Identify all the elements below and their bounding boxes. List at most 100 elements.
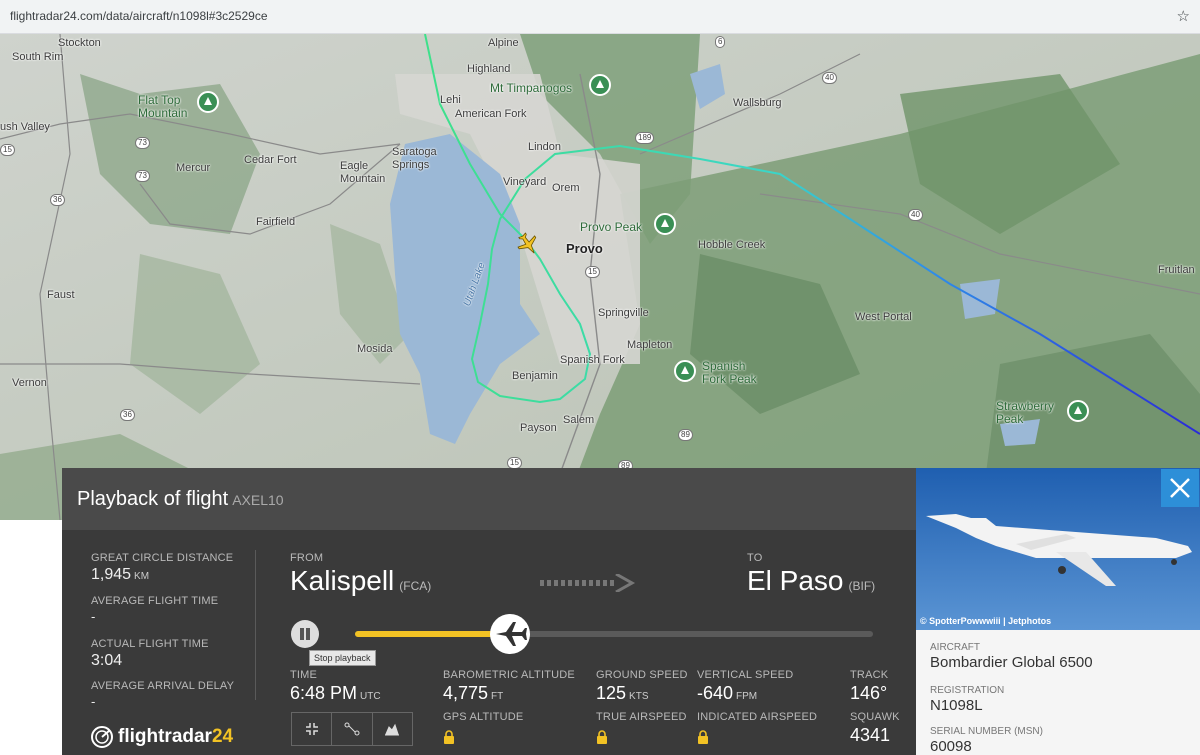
time-unit: UTC	[360, 691, 381, 702]
collapse-icon	[305, 723, 318, 735]
close-icon	[1170, 478, 1190, 498]
collapse-button[interactable]	[292, 713, 333, 745]
highway-shield: 15	[0, 144, 15, 156]
place-label: Alpine	[488, 37, 519, 49]
park-icon	[654, 213, 676, 235]
close-button[interactable]	[1161, 469, 1199, 507]
place-label: Vineyard	[503, 176, 547, 188]
place-label: Faust	[47, 289, 75, 301]
flightradar24-logo[interactable]: flightradar24	[90, 725, 233, 749]
vs-number: -640	[697, 683, 734, 703]
panel-title-text: Playback of flight	[77, 488, 229, 510]
registration-label: REGISTRATION	[930, 685, 1005, 696]
ground-speed-label: GROUND SPEED	[596, 669, 688, 681]
to-city[interactable]: El Paso (BIF)	[747, 565, 875, 597]
aircraft-marker-icon[interactable]	[516, 232, 540, 256]
highway-shield: 73	[135, 170, 150, 182]
map-control-group	[291, 712, 413, 746]
pause-playback-button[interactable]	[291, 620, 319, 648]
place-label: Benjamin	[512, 370, 558, 382]
avg-arrival-delay-value: -	[91, 694, 96, 709]
lock-icon[interactable]	[596, 730, 608, 744]
place-label: Saratoga Springs	[392, 146, 437, 171]
highway-shield: 189	[635, 132, 655, 144]
bookmark-star-icon[interactable]: ☆	[1177, 7, 1190, 25]
place-label: Mercur	[176, 162, 211, 174]
url-text[interactable]: flightradar24.com/data/aircraft/n1098l#3…	[10, 9, 268, 23]
avg-flight-time-value: -	[91, 609, 96, 624]
gs-number: 125	[596, 683, 627, 703]
place-label: ush Valley	[0, 121, 50, 133]
route-icon	[344, 722, 360, 736]
panel-divider	[255, 550, 256, 700]
indicated-airspeed-label: INDICATED AIRSPEED	[697, 711, 818, 723]
photo-credit[interactable]: © SpotterPowwwiii | Jetphotos	[920, 616, 1051, 626]
serial-number-value: 60098	[930, 738, 972, 755]
place-label: Highland	[467, 63, 511, 75]
place-label: Stockton	[58, 37, 101, 49]
place-label: Spanish Fork	[560, 354, 625, 366]
place-label: Lindon	[528, 141, 562, 153]
panel-body: GREAT CIRCLE DISTANCE 1,945 KM AVERAGE FL…	[62, 530, 916, 755]
logo-text-a: flightradar	[118, 726, 212, 747]
true-airspeed-label: TRUE AIRSPEED	[596, 711, 687, 723]
park-icon	[197, 91, 219, 113]
serial-number-label: SERIAL NUMBER (MSN)	[930, 726, 1043, 737]
highway-shield: 40	[822, 72, 837, 84]
lock-icon[interactable]	[443, 730, 455, 744]
registration-value[interactable]: N1098L	[930, 697, 983, 714]
to-label: TO	[747, 552, 763, 564]
place-label: Salem	[563, 414, 595, 426]
pause-icon	[306, 628, 310, 640]
map[interactable]: Stockton South Rim Alpine Highland Mt Ti…	[0, 34, 1200, 520]
park-icon	[589, 74, 611, 96]
highway-shield: 36	[120, 409, 135, 421]
aircraft-value: Bombardier Global 6500	[930, 654, 1093, 671]
from-city-name[interactable]: Kalispell	[290, 565, 394, 596]
to-city-name[interactable]: El Paso	[747, 565, 844, 596]
baro-number: 4,775	[443, 683, 489, 703]
highway-shield: 15	[585, 266, 600, 278]
actual-flight-time-label: ACTUAL FLIGHT TIME	[91, 638, 209, 650]
place-label: West Portal	[855, 311, 912, 323]
barometric-altitude-label: BAROMETRIC ALTITUDE	[443, 669, 575, 681]
altitude-graph-button[interactable]	[373, 713, 412, 745]
track-label: TRACK	[850, 669, 889, 681]
place-label: Flat Top Mountain	[138, 93, 188, 120]
place-label: Hobble Creek	[698, 239, 766, 251]
pause-icon	[300, 628, 304, 640]
playback-thumb[interactable]	[490, 614, 531, 654]
logo-text-b: 24	[211, 726, 234, 747]
squawk-value: 4341	[850, 725, 891, 745]
airplane-icon	[496, 622, 528, 646]
highway-shield: 36	[50, 194, 65, 206]
panel-header: Playback of flight AXEL10	[62, 468, 916, 530]
vertical-speed-value: -640 FPM	[697, 683, 757, 704]
place-label: Spanish Fork Peak	[702, 359, 757, 386]
time-number: 6:48 PM	[290, 683, 358, 703]
time-label: TIME	[290, 669, 318, 681]
actual-flight-time-value: 3:04	[91, 652, 123, 669]
vs-unit: FPM	[736, 691, 758, 702]
place-label: Vernon	[12, 377, 47, 389]
playback-slider[interactable]	[355, 614, 873, 654]
aircraft-details: AIRCRAFT Bombardier Global 6500 REGISTRA…	[916, 630, 1200, 755]
browser-url-bar[interactable]: flightradar24.com/data/aircraft/n1098l#3…	[0, 0, 1200, 34]
avg-arrival-delay-label: AVERAGE ARRIVAL DELAY	[91, 680, 235, 692]
aircraft-photo[interactable]: © SpotterPowwwiii | Jetphotos	[916, 468, 1200, 630]
avg-flight-time-label: AVERAGE FLIGHT TIME	[91, 595, 219, 607]
lock-icon[interactable]	[697, 730, 709, 744]
from-code: (FCA)	[399, 579, 432, 593]
graph-icon	[385, 723, 400, 736]
place-label: Springville	[598, 307, 649, 319]
place-label: Payson	[520, 422, 557, 434]
aircraft-info-panel: © SpotterPowwwiii | Jetphotos AIRCRAFT B…	[916, 468, 1200, 755]
playback-progress-fill	[355, 631, 511, 637]
track-value: 146°	[850, 683, 888, 703]
from-city[interactable]: Kalispell (FCA)	[290, 565, 431, 597]
place-label: Wallsburg	[733, 97, 782, 109]
page-background	[0, 520, 62, 755]
route-button[interactable]	[332, 713, 373, 745]
tooltip: Stop playback	[309, 650, 376, 666]
place-label: American Fork	[455, 108, 527, 120]
